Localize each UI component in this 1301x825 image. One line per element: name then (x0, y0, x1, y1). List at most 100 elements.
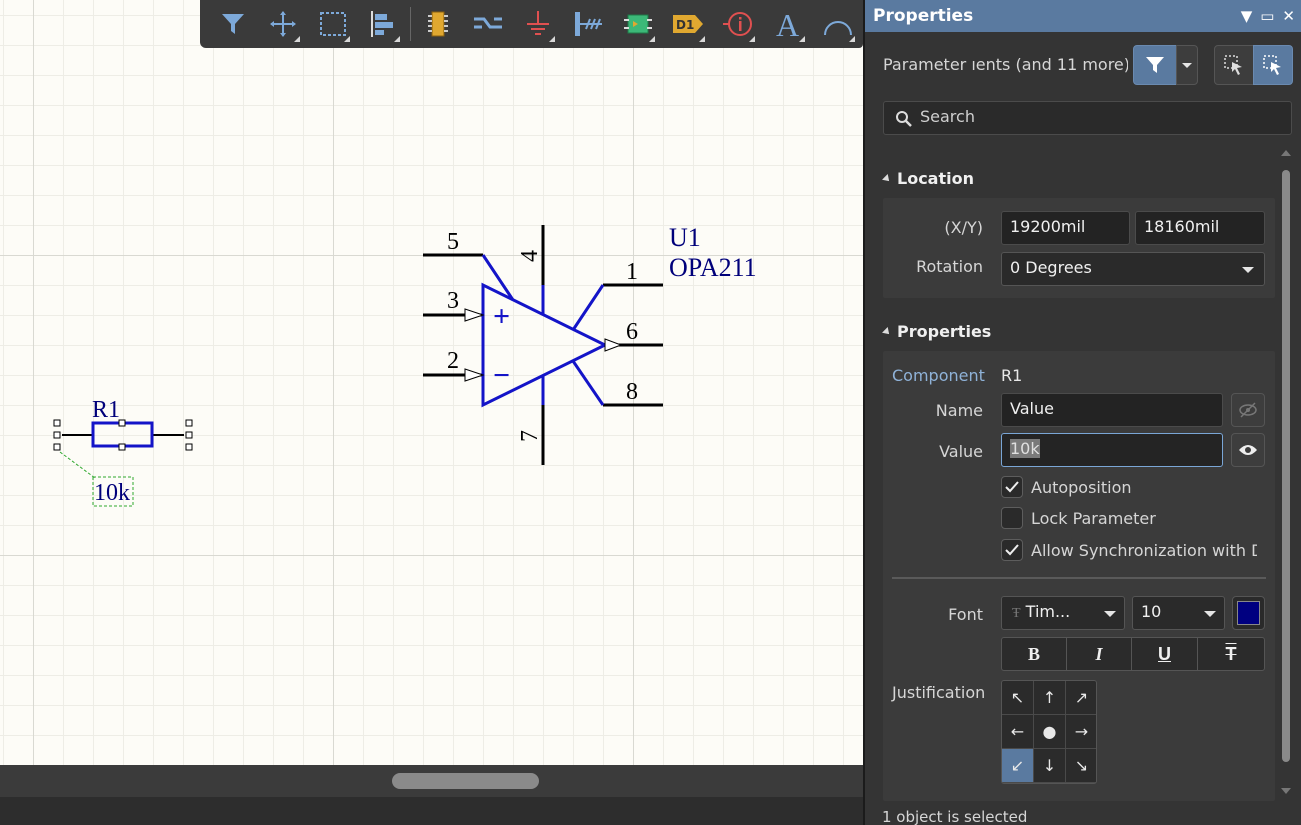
pin-number: 8 (626, 379, 638, 405)
value-input[interactable]: 10k (1001, 433, 1223, 467)
filter-tool-button[interactable] (208, 2, 258, 46)
place-part-button[interactable] (413, 2, 463, 46)
directive-button[interactable] (713, 2, 763, 46)
rotation-select[interactable]: 0 Degrees (1001, 252, 1265, 286)
power-port-button[interactable] (513, 2, 563, 46)
filter-button[interactable] (1133, 45, 1177, 85)
pin-number: 6 (626, 319, 638, 345)
component-label: Component (892, 366, 985, 385)
scroll-up-icon[interactable] (1281, 150, 1291, 156)
opamp-u1[interactable]: + − 5 4 3 2 1 6 8 7 U1 OPA211 (423, 223, 757, 465)
name-visibility-button[interactable] (1231, 393, 1265, 427)
justify-middle-right[interactable]: → (1066, 715, 1096, 748)
filter-dropdown-button[interactable] (1176, 45, 1198, 85)
checkmark-icon (1005, 481, 1019, 493)
opamp-designator[interactable]: U1 (669, 223, 701, 252)
app-root: R1 10k + − 5 4 3 2 1 6 8 7 U1 OPA211 D1 … (0, 0, 1301, 825)
toolbar-separator (410, 7, 411, 41)
cursor-arrow-icon (1263, 55, 1281, 75)
pin-number: 4 (517, 250, 543, 262)
x-coordinate-input[interactable]: 19200mil (1001, 211, 1130, 245)
select-tool-button[interactable] (308, 2, 358, 46)
select-mode-button[interactable] (1253, 45, 1293, 85)
pin6-arrow (604, 338, 623, 352)
underline-icon: U (1158, 643, 1171, 664)
horizontal-scroll-thumb[interactable] (392, 773, 539, 789)
opamp-minus-sign: − (493, 359, 510, 392)
strikethrough-icon: T (1225, 643, 1237, 664)
opamp-part-name[interactable]: OPA211 (669, 253, 757, 282)
section-divider (892, 577, 1266, 579)
select-rectangle-icon (320, 12, 346, 36)
pin-number: 1 (626, 259, 638, 285)
justify-middle-left[interactable]: ← (1002, 715, 1033, 748)
pin-icon[interactable]: ▭ (1260, 0, 1274, 32)
wire-icon (474, 17, 502, 29)
truetype-icon: Ŧ (1012, 606, 1021, 621)
scroll-down-icon[interactable] (1281, 788, 1291, 794)
opamp-plus-sign: + (493, 300, 510, 333)
select-objects-button[interactable] (1214, 45, 1254, 85)
panel-menu-icon[interactable]: ▼ (1241, 0, 1253, 32)
strikethrough-button[interactable]: T (1197, 637, 1265, 671)
eye-icon (1239, 445, 1257, 455)
search-icon (896, 111, 912, 127)
autoposition-checkbox[interactable] (1001, 476, 1023, 498)
close-icon[interactable]: ✕ (1282, 0, 1295, 32)
allow-sync-label: Allow Synchronization with Da (1031, 541, 1257, 560)
eye-hidden-icon (1239, 402, 1257, 418)
search-placeholder: Search (920, 107, 975, 126)
wire-tool-button[interactable] (463, 2, 513, 46)
value-label: Value (939, 442, 983, 461)
designator-button[interactable]: D1 (663, 2, 713, 46)
allow-sync-checkbox[interactable] (1001, 539, 1023, 561)
sheet-symbol-button[interactable] (613, 2, 663, 46)
justify-bottom-left[interactable]: ↙ (1002, 749, 1033, 782)
xy-label: (X/Y) (944, 218, 983, 237)
justify-bottom-center[interactable]: ↓ (1034, 749, 1065, 782)
bold-button[interactable]: B (1001, 637, 1067, 671)
resistor-value[interactable]: 10k (94, 480, 130, 506)
justify-center[interactable]: ● (1034, 715, 1065, 748)
checkmark-icon (1005, 544, 1019, 556)
designator-icon: D1 (673, 15, 703, 33)
bottom-status-strip (0, 797, 863, 825)
justify-top-center[interactable]: ↑ (1034, 681, 1065, 714)
justify-top-left[interactable]: ↖ (1002, 681, 1033, 714)
arc-tool-button[interactable] (813, 2, 863, 46)
panel-vertical-scrollbar[interactable] (1279, 150, 1293, 800)
search-input[interactable]: Search (883, 101, 1292, 135)
resistor-r1[interactable]: R1 10k (53, 397, 193, 507)
component-value: R1 (1001, 366, 1023, 385)
panel-title-bar: Properties ▼ ▭ ✕ (865, 0, 1301, 32)
justify-top-right[interactable]: ↗ (1066, 681, 1096, 714)
font-color-button[interactable] (1232, 596, 1265, 630)
chevron-down-icon (1182, 62, 1192, 68)
horizontal-scrollbar[interactable] (0, 765, 863, 797)
font-size-value: 10 (1141, 602, 1162, 621)
font-size-select[interactable]: 10 (1132, 596, 1225, 630)
resistor-designator[interactable]: R1 (92, 397, 120, 423)
lock-parameter-checkbox[interactable] (1001, 507, 1023, 529)
align-tool-button[interactable] (358, 2, 408, 46)
chevron-down-icon (1204, 611, 1216, 617)
value-visibility-button[interactable] (1231, 433, 1265, 467)
font-family-select[interactable]: Ŧ Tim... (1001, 596, 1125, 630)
bus-harness-icon (575, 12, 602, 36)
filter-icon (222, 14, 244, 34)
active-bar-toolbar: D1 A (200, 0, 863, 48)
move-tool-button[interactable] (258, 2, 308, 46)
location-section-header[interactable]: Location (882, 169, 974, 188)
justify-bottom-right[interactable]: ↘ (1066, 749, 1096, 782)
status-text: 1 object is selected (882, 808, 1028, 825)
bus-tool-button[interactable] (563, 2, 613, 46)
text-tool-button[interactable]: A (763, 2, 813, 46)
properties-section-header[interactable]: Properties (882, 322, 991, 341)
panel-scroll-thumb[interactable] (1282, 170, 1290, 762)
schematic-canvas[interactable]: R1 10k + − 5 4 3 2 1 6 8 7 U1 OPA211 D1 … (0, 0, 863, 765)
underline-button[interactable]: U (1131, 637, 1198, 671)
name-label: Name (935, 401, 983, 420)
name-input[interactable]: Value (1001, 393, 1223, 427)
y-coordinate-input[interactable]: 18160mil (1135, 211, 1265, 245)
italic-button[interactable]: I (1066, 637, 1132, 671)
